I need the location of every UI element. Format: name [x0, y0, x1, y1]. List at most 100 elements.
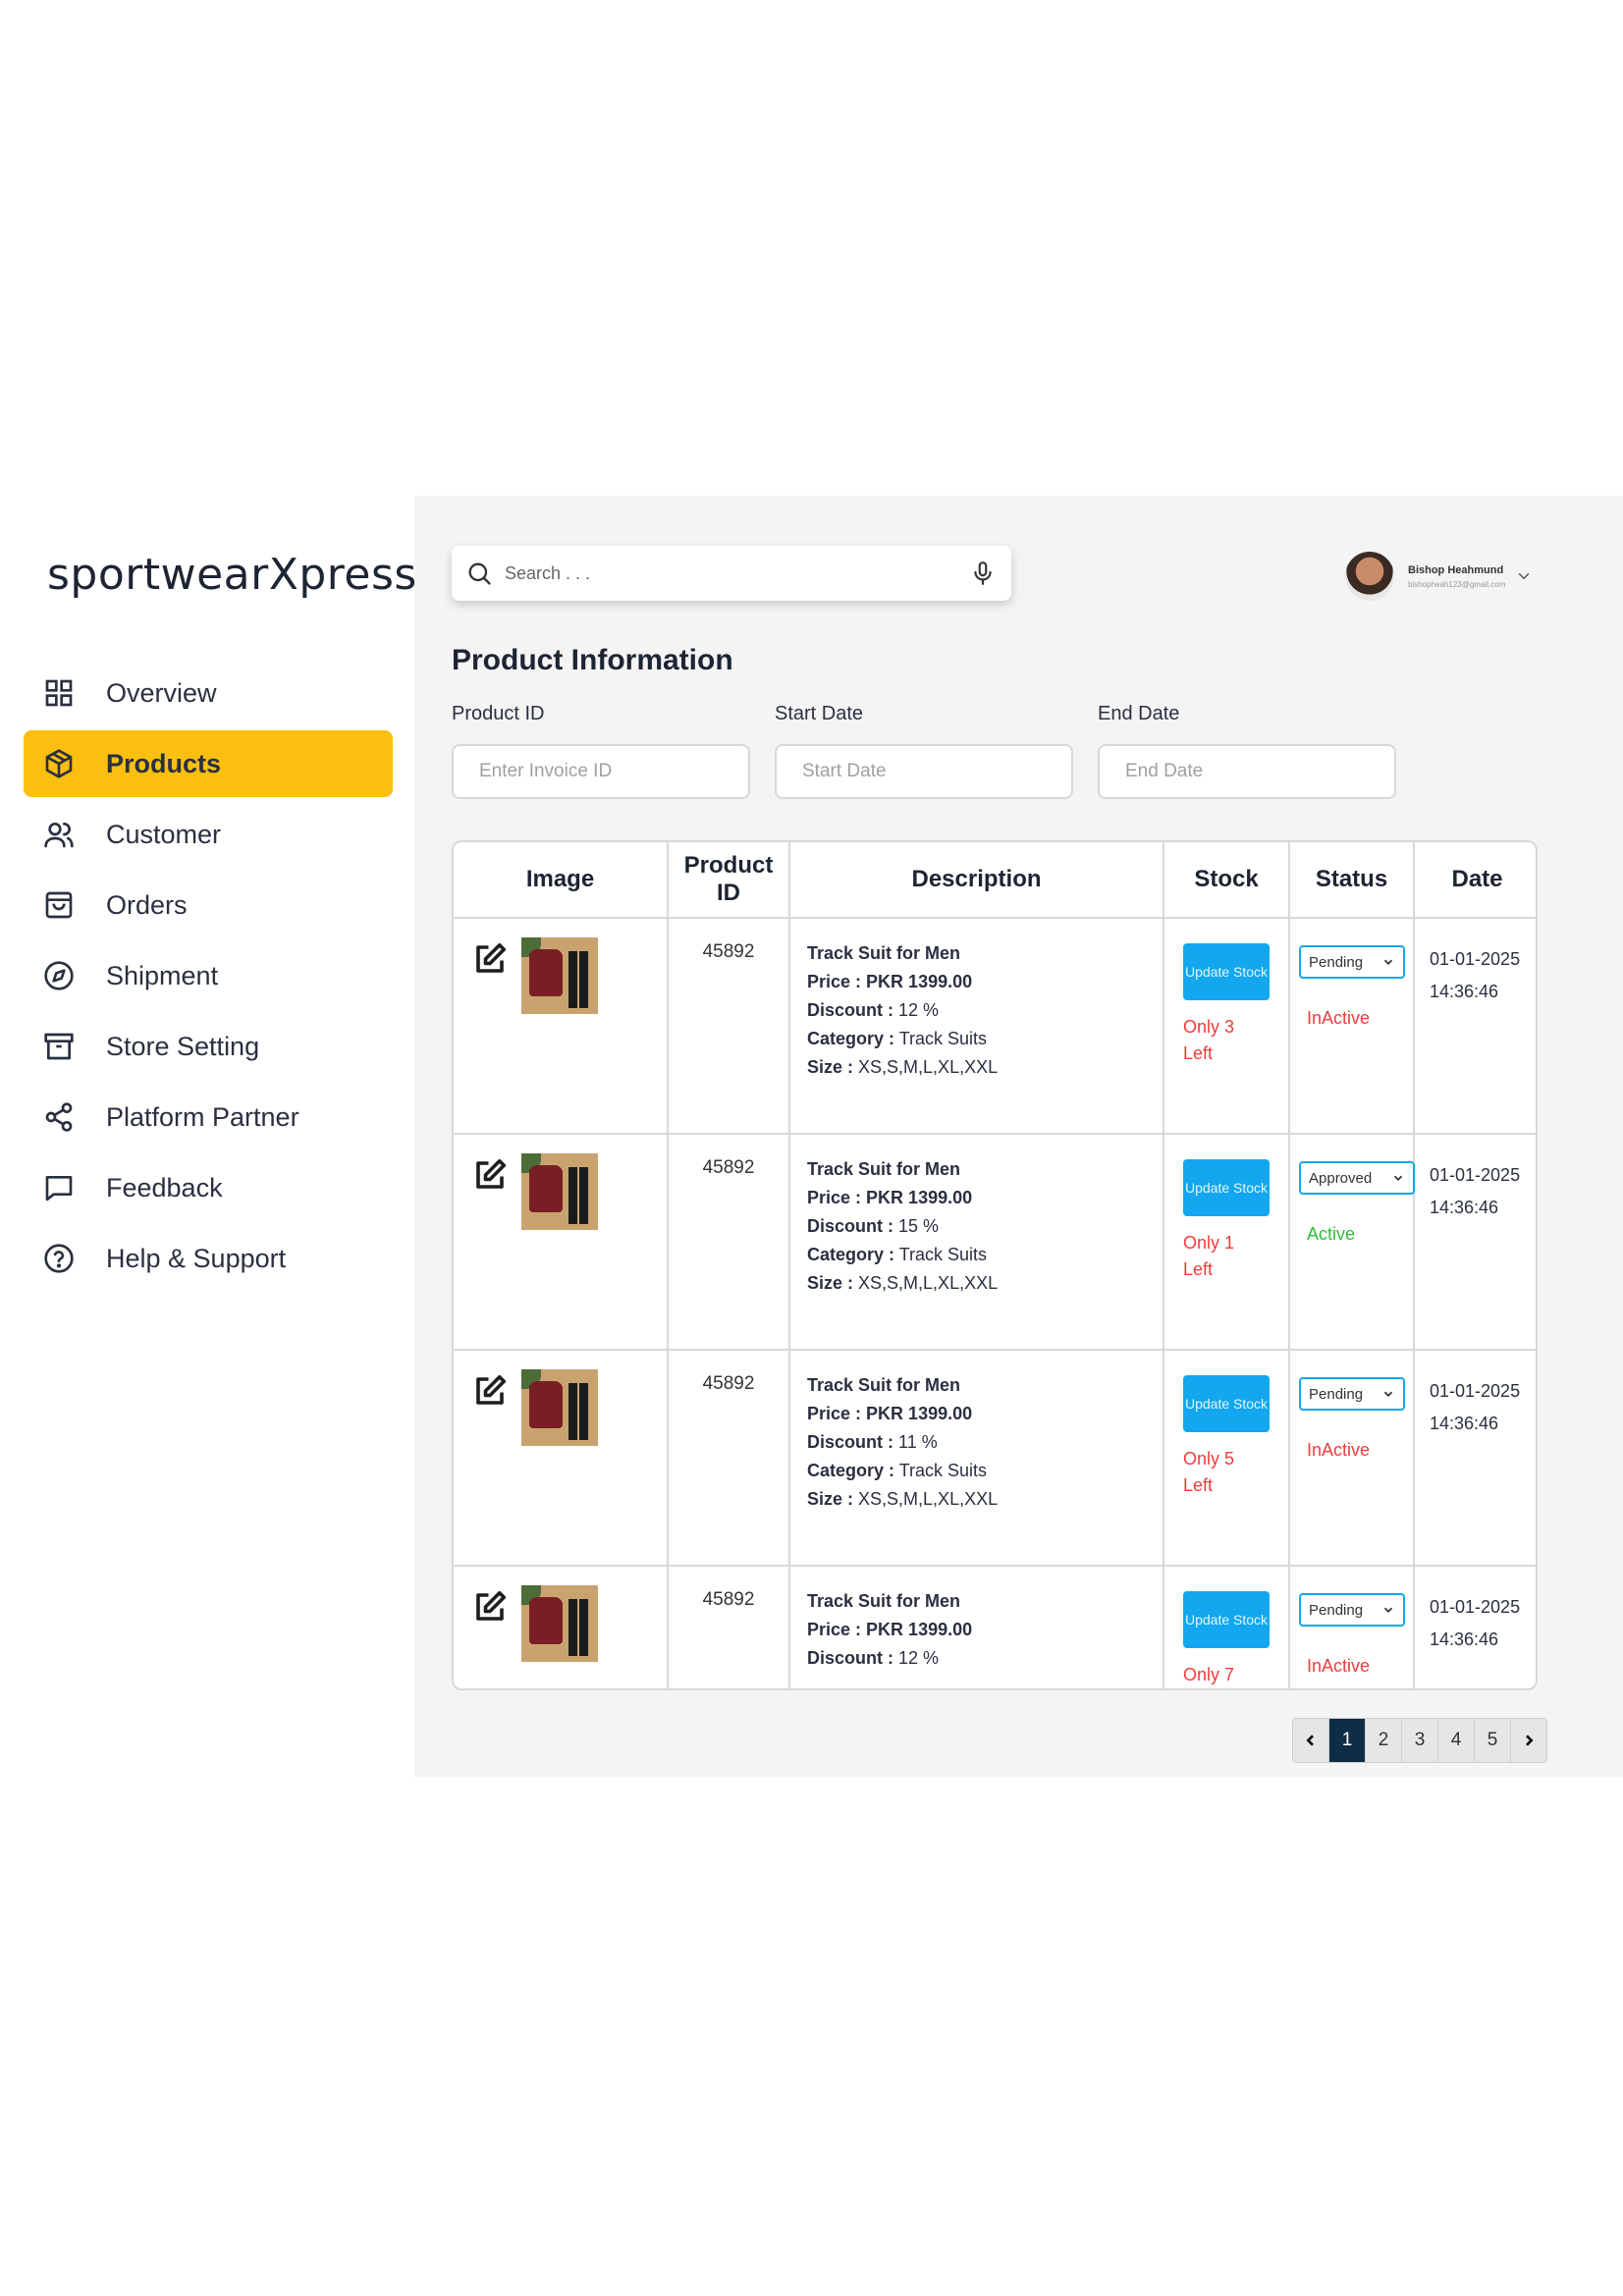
user-email: bishopheah123@gmail.com	[1408, 579, 1506, 589]
column-header-date: Date	[1414, 842, 1536, 919]
status-badge: Active	[1307, 1224, 1356, 1244]
status-select[interactable]: Pending	[1299, 1377, 1405, 1411]
price-value: PKR 1399.00	[866, 972, 973, 991]
price-value: PKR 1399.00	[866, 1188, 973, 1207]
sidebar-item-label: Overview	[106, 677, 217, 708]
date-cell: 01-01-2025 14:36:46	[1416, 920, 1536, 1008]
sidebar-item-label: Orders	[106, 889, 188, 920]
edit-icon[interactable]	[472, 1373, 508, 1409]
table-row: 45892 Track Suit for Men Price : PKR 139…	[454, 1134, 1536, 1351]
column-header-description: Description	[789, 842, 1164, 919]
price-label: Price :	[807, 1620, 862, 1639]
sidebar-item-feedback[interactable]: Feedback	[24, 1154, 393, 1221]
page-button-4[interactable]: 4	[1438, 1719, 1475, 1762]
stock-note: Only 5 Left	[1183, 1449, 1235, 1495]
sidebar-item-customer[interactable]: Customer	[24, 801, 393, 868]
prev-page-button[interactable]	[1293, 1719, 1329, 1762]
price-value: PKR 1399.00	[866, 1404, 973, 1423]
status-select-value: Pending	[1309, 1385, 1364, 1403]
product-description: Track Suit for Men Price : PKR 1399.00 D…	[791, 1136, 1162, 1298]
category-label: Category :	[807, 1461, 895, 1480]
product-description: Track Suit for Men Price : PKR 1399.00 D…	[791, 920, 1162, 1082]
date-cell: 01-01-2025 14:36:46	[1416, 1568, 1536, 1656]
stock-note: Only 3 Left	[1183, 1017, 1235, 1063]
sidebar-item-overview[interactable]: Overview	[24, 660, 393, 726]
sidebar-item-products[interactable]: Products	[24, 730, 393, 797]
table-row: 45892 Track Suit for Men Price : PKR 139…	[454, 1350, 1536, 1567]
sidebar-item-shipment[interactable]: Shipment	[24, 942, 393, 1009]
page-title: Product Information	[452, 644, 733, 676]
start-date-label: Start Date	[775, 703, 864, 724]
avatar[interactable]	[1345, 552, 1394, 601]
search-icon	[468, 562, 491, 585]
product-id-input[interactable]	[452, 744, 750, 799]
product-id: 45892	[702, 941, 755, 962]
column-header-product-id: Product ID	[668, 842, 790, 919]
stock-note: Only 7	[1183, 1665, 1235, 1684]
edit-icon[interactable]	[472, 1589, 508, 1625]
users-icon	[43, 819, 75, 850]
sidebar-item-orders[interactable]: Orders	[24, 872, 393, 938]
next-page-button[interactable]	[1511, 1719, 1546, 1762]
product-title: Track Suit for Men	[807, 943, 961, 963]
chevron-down-icon	[1393, 1175, 1403, 1181]
start-date-input[interactable]	[775, 744, 1073, 799]
sidebar-item-label: Feedback	[106, 1172, 223, 1202]
date-value: 01-01-2025	[1430, 1597, 1521, 1617]
status-select[interactable]: Approved	[1299, 1161, 1415, 1195]
update-stock-button[interactable]: Update Stock	[1183, 1159, 1270, 1216]
product-id: 45892	[702, 1157, 755, 1178]
sidebar-item-label: Customer	[106, 819, 222, 849]
bag-icon	[43, 889, 75, 921]
price-label: Price :	[807, 1188, 862, 1207]
table-header-row: Image Product ID Description Stock Statu…	[454, 842, 1536, 919]
update-stock-button[interactable]: Update Stock	[1183, 1375, 1270, 1432]
date-cell: 01-01-2025 14:36:46	[1416, 1352, 1536, 1440]
edit-icon[interactable]	[472, 1157, 508, 1193]
page-button-5[interactable]: 5	[1475, 1719, 1511, 1762]
update-stock-button[interactable]: Update Stock	[1183, 943, 1270, 1000]
price-value: PKR 1399.00	[866, 1620, 973, 1639]
user-name: Bishop Heahmund	[1408, 563, 1504, 576]
update-stock-button[interactable]: Update Stock	[1183, 1591, 1270, 1648]
brand-logo: sportwearXpress	[47, 550, 417, 600]
sidebar-item-label: Help & Support	[106, 1243, 287, 1273]
date-value: 01-01-2025	[1430, 949, 1521, 969]
table-row: 45892 Track Suit for Men Price : PKR 139…	[454, 918, 1536, 1135]
search-bar	[452, 546, 1011, 601]
help-icon	[43, 1243, 75, 1274]
time-value: 14:36:46	[1430, 982, 1499, 1001]
archive-icon	[43, 1031, 75, 1062]
status-select[interactable]: Pending	[1299, 1593, 1405, 1627]
compass-icon	[43, 960, 75, 991]
page-button-2[interactable]: 2	[1366, 1719, 1402, 1762]
product-title: Track Suit for Men	[807, 1375, 961, 1395]
category-value: Track Suits	[898, 1029, 988, 1048]
search-input[interactable]	[503, 561, 970, 585]
grid-icon	[43, 677, 75, 709]
products-table: Image Product ID Description Stock Statu…	[452, 840, 1538, 1690]
sidebar-item-platform-partner[interactable]: Platform Partner	[24, 1084, 393, 1150]
status-badge: InActive	[1307, 1008, 1371, 1028]
chevron-down-icon[interactable]	[1515, 567, 1533, 585]
sidebar-item-store-setting[interactable]: Store Setting	[24, 1013, 393, 1080]
sidebar-item-label: Store Setting	[106, 1031, 260, 1061]
status-select[interactable]: Pending	[1299, 945, 1405, 979]
end-date-label: End Date	[1098, 703, 1180, 724]
page-button-3[interactable]: 3	[1402, 1719, 1438, 1762]
discount-value: 11 %	[898, 1432, 938, 1452]
edit-icon[interactable]	[472, 941, 508, 977]
time-value: 14:36:46	[1430, 1414, 1499, 1433]
sidebar-item-help-support[interactable]: Help & Support	[24, 1225, 393, 1292]
product-title: Track Suit for Men	[807, 1159, 961, 1179]
end-date-input[interactable]	[1098, 744, 1396, 799]
time-value: 14:36:46	[1430, 1198, 1499, 1217]
product-title: Track Suit for Men	[807, 1591, 961, 1611]
user-profile-menu[interactable]: Bishop Heahmund bishopheah123@gmail.com	[1345, 552, 1533, 601]
status-badge: InActive	[1307, 1440, 1371, 1460]
microphone-icon[interactable]	[970, 561, 996, 586]
page-button-1[interactable]: 1	[1329, 1719, 1366, 1762]
status-select-value: Pending	[1309, 953, 1364, 971]
sidebar-item-label: Platform Partner	[106, 1101, 299, 1132]
discount-value: 12 %	[898, 1648, 940, 1668]
